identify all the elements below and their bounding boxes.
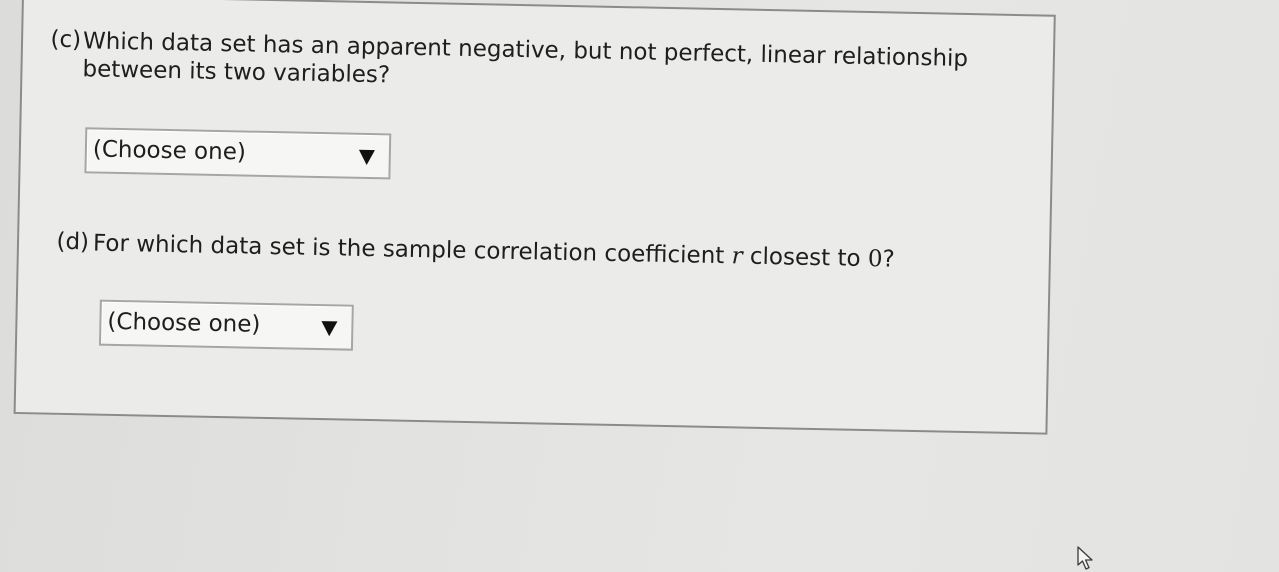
- question-c: (c) Which data set has an apparent negat…: [23, 26, 1023, 89]
- question-d-label: (d): [56, 228, 90, 256]
- question-d-dropdown-value: (Choose one): [107, 308, 261, 338]
- question-d-text-suffix: ?: [882, 246, 895, 273]
- number-zero: 0: [867, 246, 883, 273]
- variable-r: r: [731, 243, 743, 270]
- mouse-cursor-icon: [1077, 546, 1093, 570]
- question-c-dropdown-value: (Choose one): [92, 136, 247, 166]
- question-d-text-prefix: For which data set is the sample correla…: [92, 230, 732, 270]
- question-d-text: For which data set is the sample correla…: [93, 229, 973, 275]
- question-c-label: (c): [50, 26, 82, 54]
- question-panel: (c) Which data set has an apparent negat…: [13, 0, 1056, 435]
- triangle-down-icon: [321, 321, 338, 337]
- triangle-down-icon: [358, 149, 375, 166]
- question-c-text: Which data set has an apparent negative,…: [82, 27, 1023, 102]
- question-d: (d) For which data set is the sample cor…: [19, 228, 1019, 273]
- question-d-text-middle: closest to: [742, 243, 869, 273]
- question-d-dropdown[interactable]: (Choose one): [98, 299, 354, 351]
- question-c-dropdown[interactable]: (Choose one): [84, 127, 392, 180]
